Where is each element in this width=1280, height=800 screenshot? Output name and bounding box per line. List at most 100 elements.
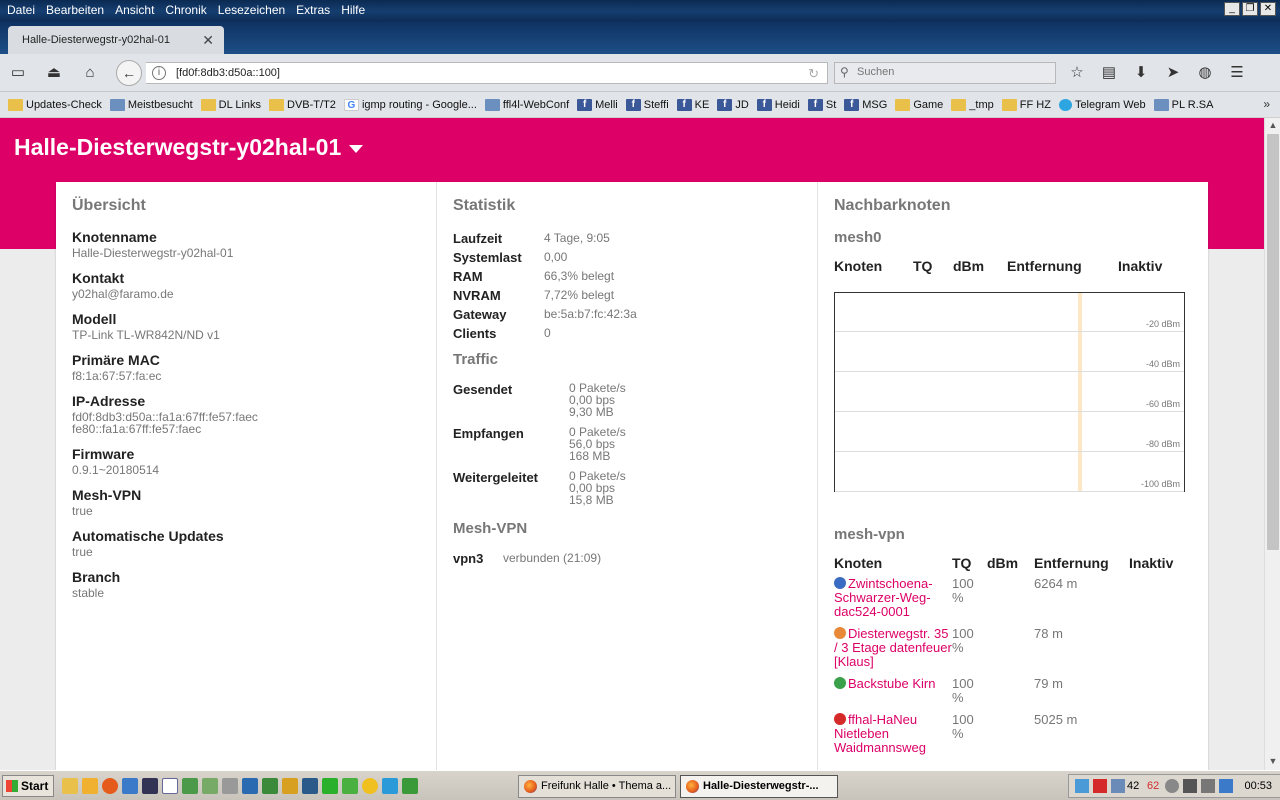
save-icon[interactable] [142,778,158,794]
quicklaunch-icon[interactable] [222,778,238,794]
menu-lesezeichen[interactable]: Lesezeichen [215,3,288,17]
taskbar-button-halle[interactable]: Halle-Diesterwegstr-... [680,775,838,798]
quicklaunch-icon[interactable] [162,778,178,794]
mesh0-col-inaktiv[interactable]: Inaktiv [1118,258,1162,274]
site-info-icon[interactable]: i [152,66,166,80]
quicklaunch-icon[interactable] [202,778,218,794]
vpn-col-tq[interactable]: TQ [952,555,987,577]
sync-icon[interactable]: ⏏ [44,63,64,83]
downloads-icon[interactable]: ⬇ [1130,63,1152,83]
menu-bearbeiten[interactable]: Bearbeiten [43,3,107,17]
neighbour-node[interactable]: Diesterwegstr. 35 / 3 Etage datenfeuer [… [834,627,952,677]
vpn-col-entfernung[interactable]: Entfernung [1034,555,1129,577]
maximize-button[interactable]: ❐ [1242,2,1258,16]
quicklaunch-icon[interactable] [122,778,138,794]
minimize-button[interactable]: _ [1224,2,1240,16]
tray-icon[interactable] [1093,779,1107,793]
tray-icon[interactable] [1111,779,1125,793]
mesh0-col-knoten[interactable]: Knoten [834,258,913,274]
mesh0-col-dbm[interactable]: dBm [953,258,1007,274]
bookmark-item[interactable]: f MSG [844,98,887,111]
network-icon[interactable] [1183,779,1197,793]
bookmark-item[interactable]: f JD [717,98,749,111]
neighbour-node[interactable]: Backstube Kirn [834,677,952,713]
back-button[interactable]: ← [116,60,142,86]
send-icon[interactable]: ➤ [1162,63,1184,83]
quicklaunch-icon[interactable] [342,778,358,794]
reading-list-icon[interactable]: ▤ [1098,63,1120,83]
bookmarks-overflow-icon[interactable]: » [1263,97,1270,111]
scroll-down-arrow-icon[interactable]: ▼ [1267,756,1279,768]
quicklaunch-icon[interactable] [242,778,258,794]
bookmark-item[interactable]: ffl4l-WebConf [484,98,569,111]
bookmark-item[interactable]: DL Links [200,98,261,111]
quicklaunch-icon[interactable] [302,778,318,794]
bookmark-item[interactable]: PL R.SA [1153,98,1213,111]
start-button[interactable]: Start [2,775,54,797]
neighbour-node-name[interactable]: Zwintschoena-Schwarzer-Weg-dac524-0001 [834,576,933,619]
taskbar-button-freifunk[interactable]: Freifunk Halle • Thema a... [518,775,676,798]
url-bar[interactable]: i [fd0f:8db3:d50a::100] ↻ [146,62,828,84]
bookmark-item[interactable]: f St [807,98,836,111]
neighbour-node[interactable]: ffhal-HaNeu Nietleben Waidmannsweg [834,713,952,763]
quicklaunch-icon[interactable] [182,778,198,794]
quicklaunch-icon[interactable] [362,778,378,794]
search-bar[interactable]: ⚲ [834,62,1056,84]
vpn-col-inaktiv[interactable]: Inaktiv [1129,555,1185,577]
bookmark-star-icon[interactable]: ☆ [1066,63,1088,83]
close-window-button[interactable]: ✕ [1260,2,1276,16]
quicklaunch-icon[interactable] [82,778,98,794]
dropdown-caret-icon[interactable] [349,144,364,153]
tray-icon[interactable] [1219,779,1233,793]
bookmark-item[interactable]: DVB-T/T2 [269,98,336,111]
quicklaunch-icon[interactable] [282,778,298,794]
url-text[interactable]: [fd0f:8db3:d50a::100] [176,67,280,79]
bookmark-item[interactable]: f KE [676,98,709,111]
firefox-icon[interactable] [102,778,118,794]
neighbour-node-name[interactable]: Backstube Kirn [848,676,935,691]
scroll-up-arrow-icon[interactable]: ▲ [1267,120,1279,132]
vpn-col-knoten[interactable]: Knoten [834,555,952,577]
mesh0-col-entfernung[interactable]: Entfernung [1007,258,1118,274]
bookmark-item[interactable]: Gigmp routing - Google... [343,98,477,111]
quicklaunch-icon[interactable] [262,778,278,794]
search-input[interactable] [857,66,1047,78]
scrollbar-thumb[interactable] [1267,134,1279,550]
menu-extras[interactable]: Extras [293,3,333,17]
vpn-col-dbm[interactable]: dBm [987,555,1034,577]
menu-datei[interactable]: Datei [4,3,38,17]
neighbour-node-name[interactable]: Diesterwegstr. 35 / 3 Etage datenfeuer [… [834,626,952,669]
tray-icon[interactable] [1165,779,1179,793]
quicklaunch-icon[interactable] [402,778,418,794]
neighbour-node-name[interactable]: ffhal-HaNeu Nietleben Waidmannsweg [834,712,926,755]
bookmark-item[interactable]: Updates-Check [8,98,102,111]
reload-icon[interactable]: ↻ [808,66,819,82]
menu-hilfe[interactable]: Hilfe [338,3,368,17]
skype-icon[interactable] [382,778,398,794]
bookmark-item[interactable]: _tmp [951,98,994,111]
globe-icon[interactable]: ◍ [1194,63,1216,83]
menu-chronik[interactable]: Chronik [162,3,209,17]
tab-close-icon[interactable]: ✕ [202,32,214,49]
node-title[interactable]: Halle-Diesterwegstr-y02hal-01 [14,134,364,161]
tab-active[interactable]: Halle-Diesterwegstr-y02hal-01 ✕ [8,26,224,54]
quicklaunch-icon[interactable] [62,778,78,794]
bookmark-item[interactable]: Meistbesucht [109,98,193,111]
bookmark-item[interactable]: Game [895,98,943,111]
neighbour-node[interactable]: Zwintschoena-Schwarzer-Weg-dac524-0001 [834,577,952,627]
window-icon[interactable]: ▭ [8,63,28,83]
volume-icon[interactable] [1201,779,1215,793]
hamburger-menu-icon[interactable]: ☰ [1226,63,1248,83]
bookmark-item[interactable]: f Melli [577,98,618,111]
tray-icon[interactable] [1075,779,1089,793]
bookmark-item[interactable]: Telegram Web [1058,98,1146,111]
page-scrollbar[interactable]: ▲ ▼ [1264,118,1280,770]
mesh0-col-tq[interactable]: TQ [913,258,953,274]
quicklaunch-icon[interactable] [322,778,338,794]
menu-ansicht[interactable]: Ansicht [112,3,157,17]
home-icon[interactable]: ⌂ [80,63,100,83]
clock[interactable]: 00:53 [1244,780,1272,792]
bookmark-item[interactable]: f Steffi [625,98,669,111]
bookmark-item[interactable]: f Heidi [756,98,800,111]
bookmark-item[interactable]: FF HZ [1001,98,1051,111]
